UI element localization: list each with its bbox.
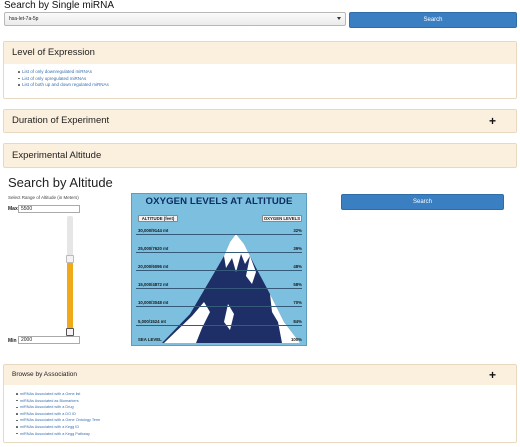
infographic-title: OXYGEN LEVELS AT ALTITUDE <box>145 196 293 207</box>
chevron-down-icon <box>337 17 341 20</box>
altitude-gridline <box>136 325 302 326</box>
oxygen-row-pct: 70% <box>293 300 302 305</box>
mirna-select-dropdown[interactable]: hsa-let-7a-5p <box>4 12 346 26</box>
expand-plus-icon[interactable]: + <box>489 115 496 127</box>
altitude-search-title: Search by Altitude <box>8 175 113 190</box>
panel-title: Duration of Experiment <box>12 115 110 126</box>
duration-header[interactable]: Duration of Experiment + <box>4 110 516 132</box>
oxygen-row-pct: 84% <box>293 319 302 324</box>
expand-plus-icon[interactable]: + <box>489 369 496 381</box>
altitude-row-label: 25,000/7620 mt <box>138 246 169 251</box>
link-gene-list[interactable]: miRNAs Associated with a Gene list <box>16 391 516 398</box>
min-label: Min <box>8 338 17 344</box>
altitude-slider-range <box>67 262 73 332</box>
panel-title: Experimental Altitude <box>12 150 102 161</box>
link-up-and-down[interactable]: List of both up and down regulated miRNA… <box>18 82 516 89</box>
min-altitude-input[interactable]: 2000 <box>18 336 80 344</box>
altitude-gridline <box>136 306 302 307</box>
link-kegg-id[interactable]: miRNAs Associated with a Kegg ID <box>16 424 516 431</box>
link-biomarkers[interactable]: miRNAs Associated as Biomarkers <box>16 398 516 405</box>
altitude-row-label: 20,000/6096 mt <box>138 264 169 269</box>
oxygen-row-pct: 58% <box>293 282 302 287</box>
oxygen-column-header: OXYGEN LEVELS <box>262 215 302 222</box>
altitude-row-label: 10,000/3048 mt <box>138 300 169 305</box>
altitude-range-label: Select Range of Altitude (in Meters) <box>8 195 79 200</box>
expression-link-list: List of only downregulated miRNAs List o… <box>4 64 516 89</box>
sea-level-pct: 100% <box>291 337 302 342</box>
panel-title: Level of Expression <box>12 47 95 58</box>
browse-by-association-panel: Browse by Association + miRNAs Associate… <box>3 364 517 443</box>
link-gene-ontology[interactable]: miRNAs Associated with a Gene Ontology T… <box>16 417 516 424</box>
altitude-gridline <box>136 234 302 235</box>
link-do-id[interactable]: miRNAs Associated with a DO ID <box>16 411 516 418</box>
altitude-row-label: 30,000/9144 mt <box>138 228 169 233</box>
altitude-gridline <box>136 288 302 289</box>
altitude-column-header: ALTITUDE (feet) <box>138 215 178 222</box>
oxygen-row-pct: 39% <box>293 246 302 251</box>
altitude-row-label: 15,000/4872 mt <box>138 282 169 287</box>
experimental-altitude-panel: Experimental Altitude <box>3 143 517 168</box>
association-link-list: miRNAs Associated with a Gene list miRNA… <box>4 385 516 437</box>
altitude-row-label: 5,000/1524 mt <box>138 319 166 324</box>
level-of-expression-panel: Level of Expression List of only downreg… <box>3 41 517 99</box>
altitude-search-button[interactable]: Search <box>341 194 504 210</box>
link-kegg-pathway[interactable]: miRNAs Associated with a Kegg Pathway <box>16 431 516 438</box>
mirna-selected-value: hsa-let-7a-5p <box>9 16 39 22</box>
oxygen-row-pct: 48% <box>293 264 302 269</box>
link-drug[interactable]: miRNAs Associated with a Drug <box>16 404 516 411</box>
oxygen-levels-infographic: OXYGEN LEVELS AT ALTITUDE ALTITUDE (feet… <box>131 193 307 346</box>
oxygen-row-pct: 32% <box>293 228 302 233</box>
slider-min-handle[interactable] <box>66 328 74 336</box>
slider-max-handle[interactable] <box>66 255 74 263</box>
experimental-altitude-header[interactable]: Experimental Altitude <box>4 144 516 167</box>
altitude-gridline <box>136 270 302 271</box>
single-mirna-search-title: Search by Single miRNA <box>4 0 115 11</box>
max-label: Max <box>8 206 18 212</box>
max-altitude-input[interactable]: 5500 <box>18 205 80 213</box>
browse-by-association-header[interactable]: Browse by Association + <box>4 365 516 385</box>
mirna-search-button[interactable]: Search <box>349 12 517 28</box>
duration-panel: Duration of Experiment + <box>3 109 517 133</box>
sea-level-label: SEA LEVEL <box>138 337 162 342</box>
level-of-expression-header[interactable]: Level of Expression <box>4 42 516 64</box>
altitude-gridline <box>136 252 302 253</box>
panel-title: Browse by Association <box>12 371 78 378</box>
